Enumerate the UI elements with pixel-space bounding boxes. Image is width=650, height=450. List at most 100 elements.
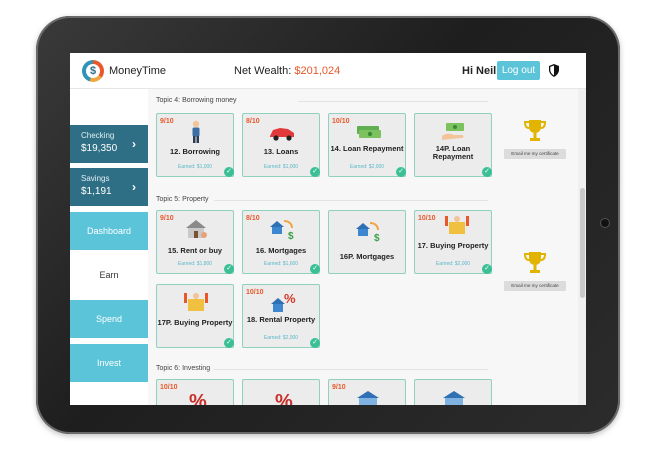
- house-percent-icon: %: [271, 291, 296, 312]
- email-certificate-button[interactable]: Email me my certificate: [504, 281, 566, 291]
- chevron-right-icon: ›: [132, 137, 136, 151]
- lesson-earned: Earned: $1,000: [263, 164, 299, 170]
- scrollbar-thumb[interactable]: [580, 188, 585, 298]
- lesson-score: 10/10: [418, 215, 436, 222]
- lesson-title: 17P. Buying Property: [157, 318, 233, 327]
- lesson-earned: Earned: $1,600: [263, 261, 299, 267]
- greeting: Hi Neil!: [462, 65, 500, 77]
- lesson-title: 12. Borrowing: [169, 147, 220, 156]
- lesson-title: 17. Buying Property: [417, 241, 489, 250]
- house-dollar-icon: $: [356, 222, 380, 243]
- lesson-card-topic6-4[interactable]: [414, 379, 492, 405]
- percent-icon: %: [275, 391, 293, 405]
- check-icon: ✓: [310, 167, 320, 177]
- checking-amount: $19,350: [81, 143, 118, 154]
- lesson-score: 8/10: [246, 118, 260, 125]
- building-icon: [443, 391, 465, 405]
- lesson-card-17p[interactable]: 17P. Buying Property ✓: [156, 284, 234, 348]
- divider: [298, 101, 488, 102]
- house-dollar-icon: $: [270, 220, 294, 241]
- nav-invest[interactable]: Invest: [70, 344, 148, 382]
- logout-button[interactable]: Log out: [497, 61, 540, 80]
- lesson-card-topic6-1[interactable]: 10/10 %: [156, 379, 234, 405]
- net-wealth-value: $201,024: [294, 65, 341, 77]
- lesson-title: 16P. Mortgages: [339, 252, 395, 261]
- topic-4-heading: Topic 4: Borrowing money: [156, 97, 237, 104]
- lesson-title: 18. Rental Property: [246, 315, 316, 324]
- person-icon: [192, 120, 200, 143]
- percent-icon: %: [189, 391, 207, 405]
- moneytime-logo-icon: [82, 60, 104, 82]
- net-wealth-label: Net Wealth:: [234, 65, 292, 77]
- lesson-score: 9/10: [160, 118, 174, 125]
- money-stack-icon: [357, 126, 381, 138]
- lesson-score: 10/10: [246, 289, 264, 296]
- checking-label: Checking: [81, 131, 115, 140]
- house-icon: [186, 220, 207, 238]
- lesson-earned: Earned: $2,000: [263, 335, 299, 341]
- lesson-card-topic6-3[interactable]: 9/10: [328, 379, 406, 405]
- trophy-icon: [524, 252, 546, 273]
- lesson-card-16p[interactable]: $ 16P. Mortgages: [328, 210, 406, 274]
- svg-text:%: %: [189, 391, 207, 405]
- building-icon: [357, 391, 379, 405]
- savings-label: Savings: [81, 174, 110, 183]
- lesson-card-topic6-2[interactable]: %: [242, 379, 320, 405]
- divider: [214, 200, 488, 201]
- nav-earn[interactable]: Earn: [70, 256, 148, 294]
- tablet-home-button: [600, 218, 610, 228]
- hand-money-icon: [442, 123, 464, 140]
- svg-text:%: %: [275, 391, 293, 405]
- top-header: MoneyTime Net Wealth: $201,024 Hi Neil! …: [70, 53, 586, 89]
- lesson-earned: Earned: $1,000: [177, 164, 213, 170]
- savings-amount: $1,191: [81, 186, 112, 197]
- lesson-card-17[interactable]: 10/10 17. Buying Property Earned: $2,000…: [414, 210, 492, 274]
- check-icon: ✓: [310, 338, 320, 348]
- lesson-earned: Earned: $1,800: [177, 261, 213, 267]
- check-icon: ✓: [224, 338, 234, 348]
- trophy-icon: [524, 120, 546, 141]
- car-icon: [270, 128, 294, 141]
- brand-name: MoneyTime: [109, 65, 167, 77]
- lesson-card-15[interactable]: 9/10 15. Rent or buy Earned: $1,800 ✓: [156, 210, 234, 274]
- lesson-earned: Earned: $2,000: [349, 164, 385, 170]
- nav-dashboard[interactable]: Dashboard: [70, 212, 148, 250]
- lesson-score: 9/10: [160, 215, 174, 222]
- check-icon: ✓: [396, 167, 406, 177]
- lesson-score: 8/10: [246, 215, 260, 222]
- shield-icon[interactable]: [549, 64, 559, 77]
- svg-text:$: $: [374, 233, 380, 243]
- lesson-card-16[interactable]: 8/10 $ 16. Mortgages Earned: $1,600 ✓: [242, 210, 320, 274]
- lesson-card-18[interactable]: 10/10 % 18. Rental Property Earned: $2,0…: [242, 284, 320, 348]
- sidebar: Checking $19,350 › Savings $1,191 › Dash…: [70, 89, 148, 405]
- lesson-card-14p[interactable]: 14P. Loan Repayment ✓: [414, 113, 492, 177]
- lesson-title: 15. Rent or buy: [167, 246, 223, 255]
- nav-spend[interactable]: Spend: [70, 300, 148, 338]
- lesson-score: 10/10: [332, 118, 350, 125]
- email-certificate-button[interactable]: Email me my certificate: [504, 149, 566, 159]
- divider: [214, 369, 488, 370]
- lesson-title: 16. Mortgages: [255, 246, 307, 255]
- check-icon: ✓: [482, 167, 492, 177]
- check-icon: ✓: [224, 264, 234, 274]
- lesson-card-12[interactable]: 9/10 12. Borrowing Earned: $1,000 ✓: [156, 113, 234, 177]
- savings-account-panel[interactable]: Savings $1,191 ›: [70, 168, 148, 206]
- net-wealth: Net Wealth: $201,024: [234, 65, 340, 77]
- svg-text:$: $: [288, 231, 294, 241]
- lesson-card-13[interactable]: 8/10 13. Loans Earned: $1,000 ✓: [242, 113, 320, 177]
- lesson-title: 14. Loan Repayment: [330, 144, 404, 153]
- lessons-panel: Topic 4: Borrowing money 9/10 12. Borrow…: [148, 89, 578, 405]
- checking-account-panel[interactable]: Checking $19,350 ›: [70, 125, 148, 163]
- buyer-icon: [445, 216, 469, 234]
- check-icon: ✓: [224, 167, 234, 177]
- check-icon: ✓: [482, 264, 492, 274]
- svg-text:%: %: [284, 291, 296, 306]
- app-screen: MoneyTime Net Wealth: $201,024 Hi Neil! …: [70, 53, 586, 405]
- check-icon: ✓: [310, 264, 320, 274]
- topic-6-heading: Topic 6: Investing: [156, 365, 211, 372]
- buyer-icon: [184, 293, 208, 311]
- lesson-title: 14P. Loan Repayment: [432, 144, 474, 161]
- lesson-card-14[interactable]: 10/10 14. Loan Repayment Earned: $2,000 …: [328, 113, 406, 177]
- topic-5-heading: Topic 5: Property: [156, 196, 209, 203]
- lesson-score: 10/10: [160, 384, 178, 391]
